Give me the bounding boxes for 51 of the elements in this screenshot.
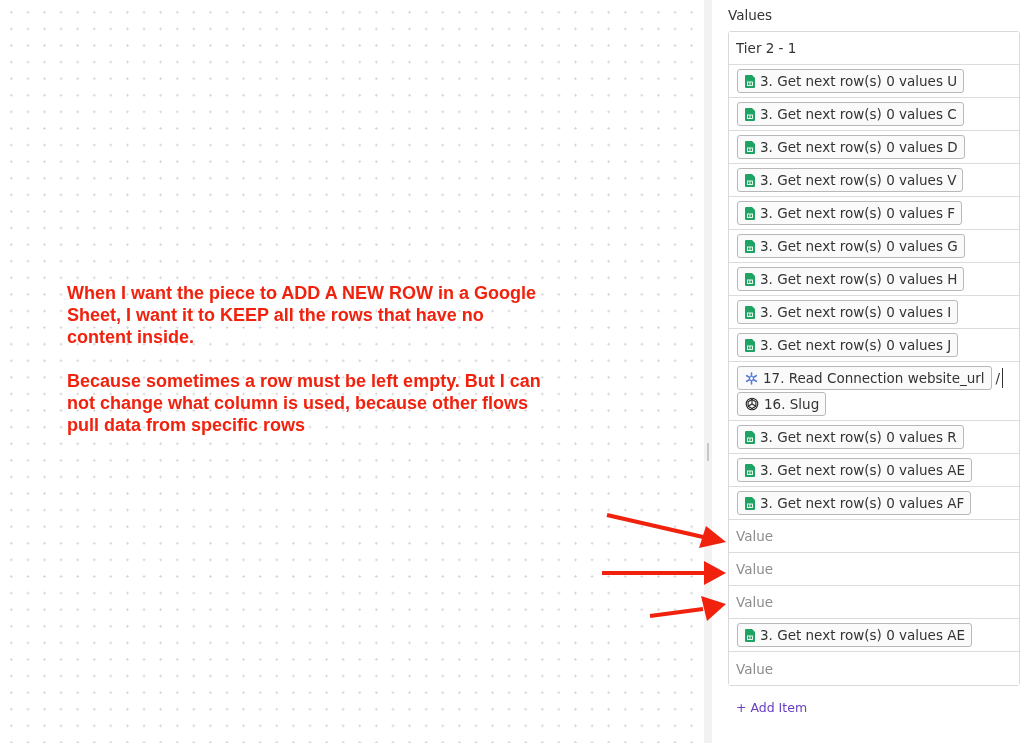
sheets-icon xyxy=(745,206,755,220)
annotation-text: Because sometimes a row must be left empty. But I can not change what column is used, because other flows pull data from specific rows xyxy=(67,370,542,436)
variable-chip[interactable]: 3. Get next row(s) 0 values U xyxy=(737,69,965,94)
value-field[interactable]: 3. Get next row(s) 0 values AE xyxy=(729,454,1019,488)
value-field[interactable]: 3. Get next row(s) 0 values R xyxy=(729,421,1019,455)
value-field[interactable]: 3. Get next row(s) 0 values AF xyxy=(729,487,1019,521)
variable-chip[interactable]: 3. Get next row(s) 0 values F xyxy=(737,201,962,226)
value-field[interactable]: 3. Get next row(s) 0 values J xyxy=(729,329,1019,363)
value-field[interactable]: 3. Get next row(s) 0 values D xyxy=(729,131,1019,165)
variable-chip[interactable]: 3. Get next row(s) 0 values AF xyxy=(737,491,972,516)
value-field[interactable]: 17. Read Connection website_url / 16. Slug xyxy=(729,362,1019,422)
field-label: Values xyxy=(728,6,774,25)
sheets-icon xyxy=(745,107,755,121)
variable-chip[interactable]: 3. Get next row(s) 0 values C xyxy=(737,102,964,127)
sheets-icon xyxy=(745,173,755,187)
sheets-icon xyxy=(745,463,755,477)
value-field[interactable]: 3. Get next row(s) 0 values C xyxy=(729,98,1019,132)
resize-handle[interactable] xyxy=(707,442,709,461)
sheets-icon xyxy=(745,305,755,319)
variable-chip[interactable]: 3. Get next row(s) 0 values AE xyxy=(737,623,972,648)
variable-chip[interactable]: 3. Get next row(s) 0 values I xyxy=(737,300,959,325)
sheets-icon xyxy=(745,74,755,88)
value-field[interactable]: 3. Get next row(s) 0 values H xyxy=(729,263,1019,297)
value-field[interactable]: 3. Get next row(s) 0 values V xyxy=(729,164,1019,198)
sheets-icon xyxy=(745,628,755,642)
variable-chip[interactable]: 3. Get next row(s) 0 values G xyxy=(737,234,965,259)
value-field[interactable]: 3. Get next row(s) 0 values I xyxy=(729,296,1019,330)
variable-chip[interactable]: 3. Get next row(s) 0 values R xyxy=(737,425,964,450)
sheets-icon xyxy=(745,272,755,286)
annotation-text: When I want the piece to ADD A NEW ROW in a Google Sheet, I want it to KEEP all the rows that have no content inside. xyxy=(67,282,537,348)
sheets-icon xyxy=(745,140,755,154)
variable-chip[interactable]: 3. Get next row(s) 0 values V xyxy=(737,168,964,193)
add-item-link[interactable]: + Add Item xyxy=(736,699,808,718)
sheets-icon xyxy=(745,430,755,444)
variable-chip[interactable]: 16. Slug xyxy=(737,392,827,417)
separator-text: / xyxy=(995,368,1004,389)
value-field[interactable]: 3. Get next row(s) 0 values G xyxy=(729,230,1019,264)
value-field[interactable]: Tier 2 - 1 xyxy=(729,32,1019,66)
variable-chip[interactable]: 17. Read Connection website_url xyxy=(737,366,992,391)
knot-icon xyxy=(745,397,759,412)
sheets-icon xyxy=(745,338,755,352)
value-field[interactable]: 3. Get next row(s) 0 values U xyxy=(729,65,1019,99)
value-field[interactable]: 3. Get next row(s) 0 values AE xyxy=(729,619,1019,653)
variable-chip[interactable]: 3. Get next row(s) 0 values J xyxy=(737,333,959,358)
asterisk-icon xyxy=(745,371,758,385)
sheets-icon xyxy=(745,496,755,510)
variable-chip[interactable]: 3. Get next row(s) 0 values H xyxy=(737,267,965,292)
variable-chip[interactable]: 3. Get next row(s) 0 values AE xyxy=(737,458,972,483)
variable-chip[interactable]: 3. Get next row(s) 0 values D xyxy=(737,135,965,160)
sheets-icon xyxy=(745,239,755,253)
value-field[interactable]: 3. Get next row(s) 0 values F xyxy=(729,197,1019,231)
